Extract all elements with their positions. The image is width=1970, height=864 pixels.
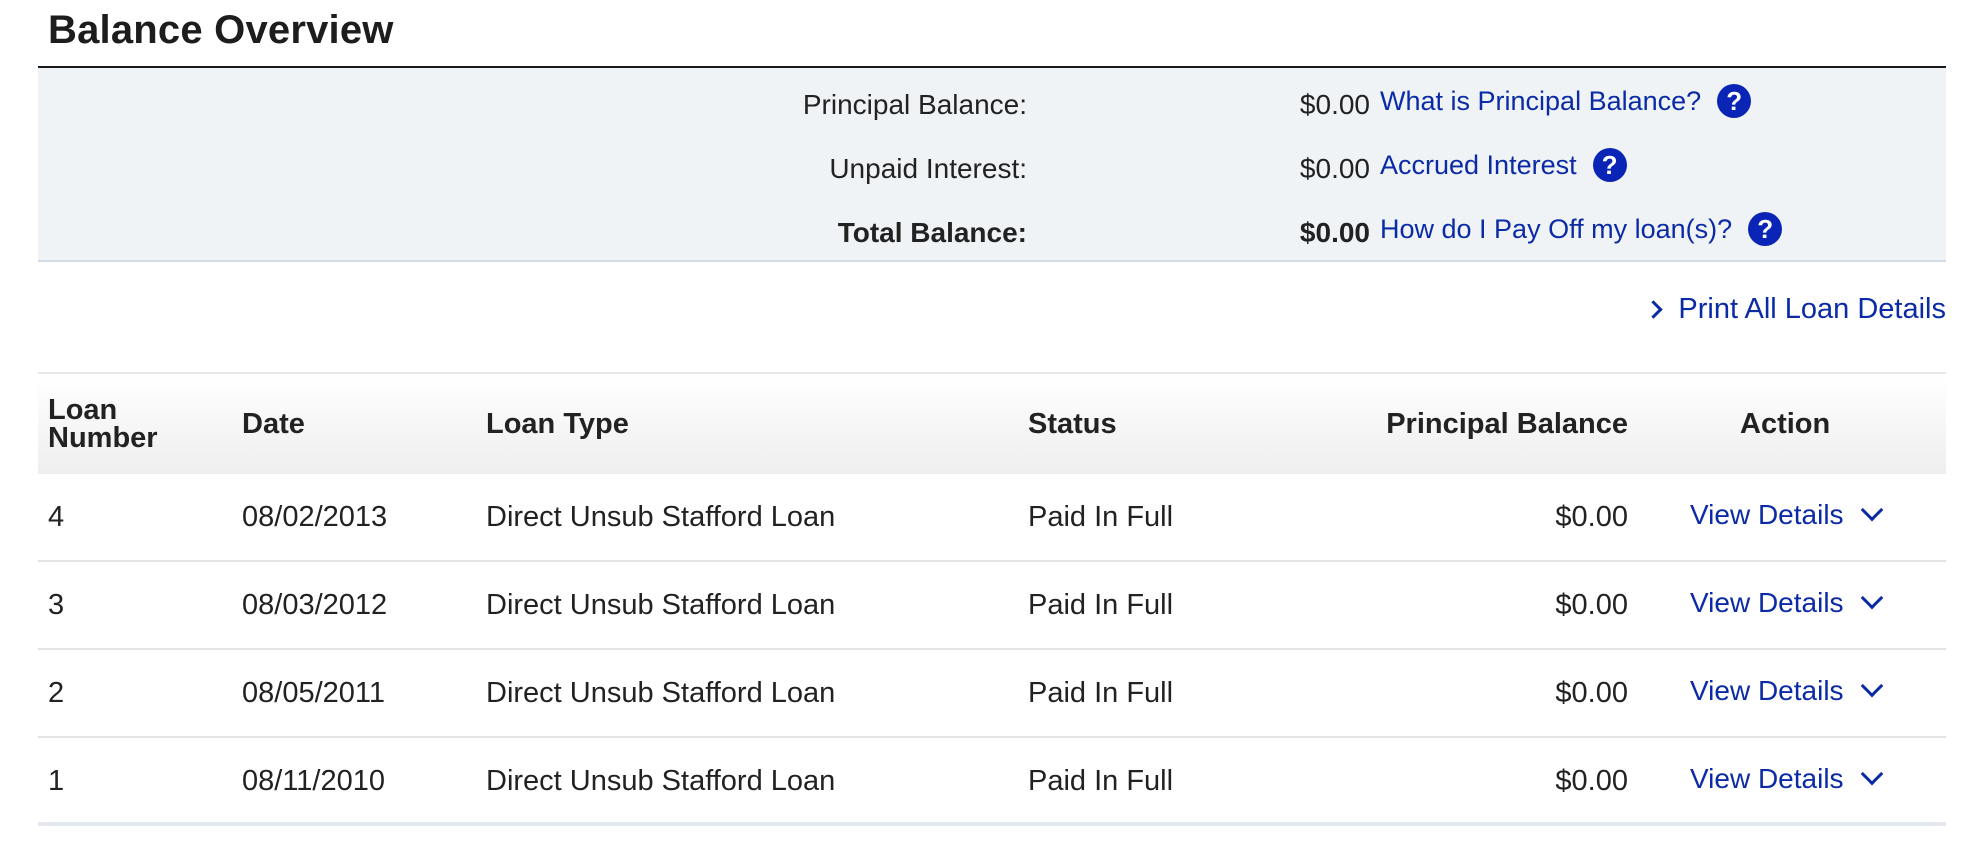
loan-type-cell: Direct Unsub Stafford Loan [486,589,836,621]
principal-balance-cell: $0.00 [1555,677,1628,709]
header-loan-number-line1: Loan [48,394,118,426]
pay-off-loans-link[interactable]: How do I Pay Off my loan(s)? ? [1380,212,1783,246]
pay-off-loans-label: How do I Pay Off my loan(s)? [1380,213,1733,244]
header-action: Action [1740,408,1831,440]
header-status: Status [1028,408,1117,440]
balance-overview-page: Balance Overview Principal Balance: $0.0… [0,0,1970,864]
chevron-down-icon [1860,586,1883,610]
view-details-label: View Details [1690,675,1844,706]
date-cell: 08/03/2012 [242,589,388,621]
what-is-principal-balance-link[interactable]: What is Principal Balance? ? [1380,84,1752,118]
view-details-label: View Details [1690,499,1844,530]
chevron-down-icon [1860,762,1883,786]
view-details-label: View Details [1690,587,1844,618]
loan-type-cell: Direct Unsub Stafford Loan [486,677,836,709]
page-title: Balance Overview [48,8,394,52]
chevron-right-icon [1644,300,1664,319]
table-row: 1 08/11/2010 Direct Unsub Stafford Loan … [38,738,1946,826]
unpaid-interest-label: Unpaid Interest: [829,153,1027,184]
loans-table-header: Loan Number Date Loan Type Status Princi… [38,374,1946,474]
view-details-button[interactable]: View Details [1690,762,1883,795]
header-date: Date [242,408,305,440]
chevron-down-icon [1860,674,1883,698]
principal-balance-cell: $0.00 [1555,765,1628,797]
header-principal-balance: Principal Balance [1386,408,1628,440]
date-cell: 08/05/2011 [242,677,385,709]
table-row: 2 08/05/2011 Direct Unsub Stafford Loan … [38,650,1946,738]
principal-balance-cell: $0.00 [1555,501,1628,533]
loan-type-cell: Direct Unsub Stafford Loan [486,501,836,533]
view-details-button[interactable]: View Details [1690,498,1883,531]
principal-balance-label: Principal Balance: [802,89,1027,120]
table-row: 3 08/03/2012 Direct Unsub Stafford Loan … [38,562,1946,650]
loan-number-cell: 1 [48,765,65,797]
help-icon[interactable]: ? [1717,84,1752,118]
table-row: 4 08/02/2013 Direct Unsub Stafford Loan … [38,474,1946,562]
help-icon[interactable]: ? [1748,212,1783,246]
chevron-down-icon [1860,498,1883,522]
header-loan-number-line2: Number [48,422,158,454]
summary-row-principal: Principal Balance: $0.00 What is Princip… [38,84,1946,129]
status-cell: Paid In Full [1028,501,1174,533]
accrued-interest-link[interactable]: Accrued Interest ? [1380,148,1627,182]
view-details-label: View Details [1690,763,1844,794]
status-cell: Paid In Full [1028,765,1174,797]
header-loan-number: Loan Number [48,394,158,454]
date-cell: 08/11/2010 [242,765,385,797]
principal-balance-cell: $0.00 [1555,589,1628,621]
date-cell: 08/02/2013 [242,501,388,533]
view-details-button[interactable]: View Details [1690,674,1883,707]
total-balance-value: $0.00 [1299,217,1370,248]
principal-balance-value: $0.00 [1299,89,1370,120]
header-loan-type: Loan Type [486,408,629,440]
status-cell: Paid In Full [1028,677,1174,709]
summary-row-unpaid-interest: Unpaid Interest: $0.00 Accrued Interest … [38,148,1946,193]
loan-number-cell: 4 [48,501,65,533]
loan-number-cell: 2 [48,677,65,709]
total-balance-label: Total Balance: [837,217,1027,248]
unpaid-interest-value: $0.00 [1299,153,1370,184]
balance-summary-panel: Principal Balance: $0.00 What is Princip… [38,68,1946,262]
what-is-principal-balance-label: What is Principal Balance? [1380,85,1702,116]
loan-number-cell: 3 [48,589,65,621]
status-cell: Paid In Full [1028,589,1174,621]
accrued-interest-label: Accrued Interest [1380,149,1577,180]
summary-row-total: Total Balance: $0.00 How do I Pay Off my… [38,212,1946,257]
print-all-loan-details-link[interactable]: Print All Loan Details [1644,293,1946,326]
help-icon[interactable]: ? [1592,148,1627,182]
loan-type-cell: Direct Unsub Stafford Loan [486,765,836,797]
view-details-button[interactable]: View Details [1690,586,1883,619]
print-all-loan-details-label: Print All Loan Details [1678,293,1946,325]
